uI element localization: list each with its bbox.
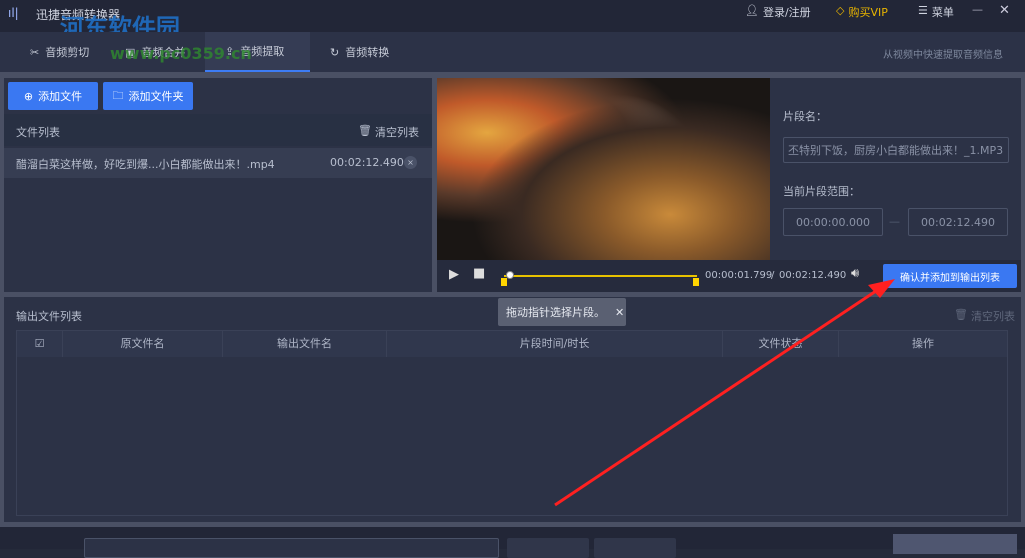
- arrow-line: [554, 285, 883, 507]
- annotation-arrow: [554, 279, 895, 507]
